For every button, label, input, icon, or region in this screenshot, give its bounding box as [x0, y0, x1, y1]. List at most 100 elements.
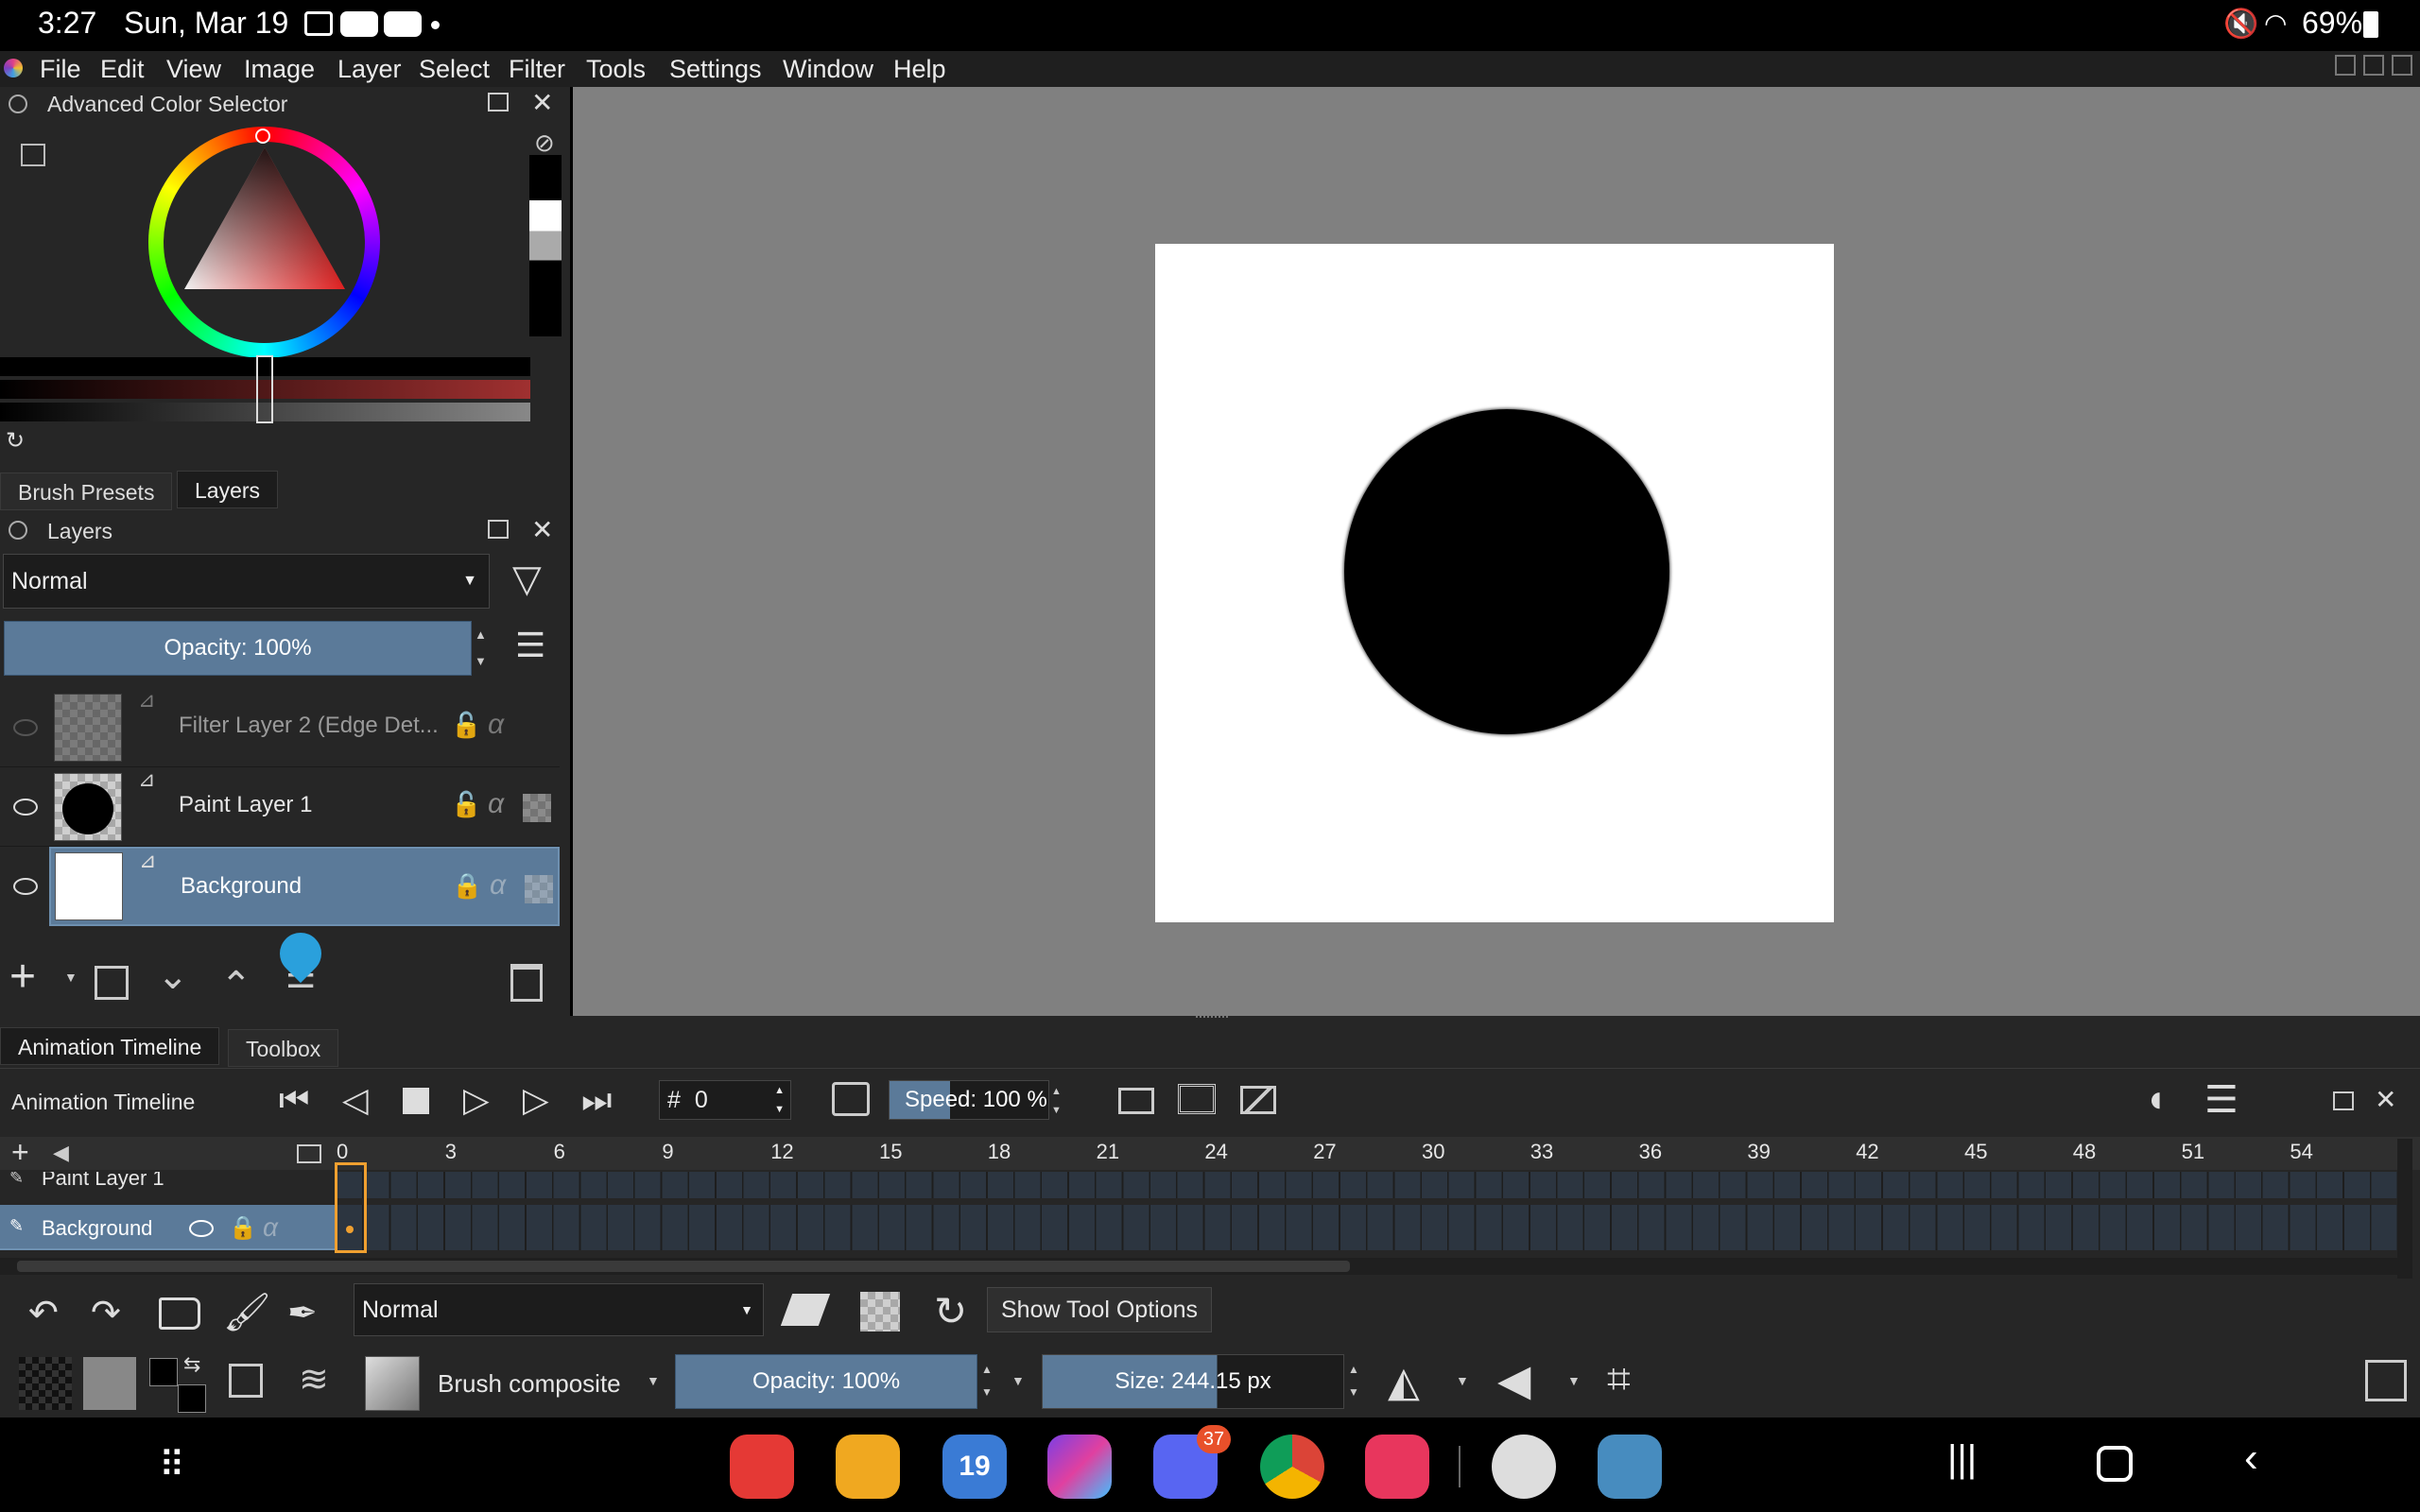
alpha-lock-icon[interactable]: α	[488, 709, 504, 741]
app-icon-red[interactable]	[730, 1435, 794, 1499]
first-frame-icon[interactable]: ⏮	[279, 1080, 309, 1121]
size-stepper[interactable]: ▲ ▼	[1348, 1358, 1359, 1403]
frame-grid-row[interactable]	[337, 1172, 2397, 1198]
pin-icon[interactable]: ✎	[9, 1216, 24, 1236]
color-triangle[interactable]	[180, 147, 350, 318]
opacity-dropdown-icon[interactable]: ▼	[1011, 1373, 1025, 1388]
workspace-icon[interactable]	[2365, 1360, 2407, 1401]
add-layer-icon[interactable]: +	[9, 954, 36, 1000]
play-icon[interactable]: ▷	[463, 1080, 490, 1120]
camera-app-icon[interactable]	[1365, 1435, 1429, 1499]
brush-preset-thumbnail[interactable]	[365, 1356, 420, 1411]
menu-help[interactable]: Help	[893, 51, 946, 87]
color-history[interactable]	[529, 155, 562, 336]
move-layer-down-icon[interactable]: ⌄	[157, 954, 189, 998]
godot-app-icon[interactable]	[1598, 1435, 1662, 1499]
menu-select[interactable]: Select	[419, 51, 490, 87]
tab-animation-timeline[interactable]: Animation Timeline	[0, 1027, 220, 1065]
layer-row-background[interactable]: ⊿ Background 🔒 α	[49, 847, 560, 926]
close-docker-icon[interactable]: ✕	[531, 87, 553, 118]
onion-skin-settings-icon[interactable]: ◖	[2144, 1078, 2167, 1121]
move-layer-up-icon[interactable]: ⌃	[220, 964, 252, 1007]
speed-stepper[interactable]: ▲ ▼	[1051, 1082, 1062, 1120]
brush-size-slider[interactable]: Size: 244.15 px	[1042, 1354, 1344, 1409]
chrome-app-icon[interactable]	[1260, 1435, 1324, 1499]
drop-frames-icon[interactable]	[832, 1082, 870, 1116]
menu-view[interactable]: View	[166, 51, 221, 87]
menu-window[interactable]: Window	[783, 51, 873, 87]
layer-row-paint[interactable]: ⊿ Paint Layer 1 🔓 α	[0, 767, 560, 847]
current-frame-input[interactable]: # 0 ▲ ▼	[659, 1080, 791, 1120]
visibility-icon[interactable]	[13, 878, 38, 895]
refresh-icon[interactable]: ↻	[6, 427, 25, 455]
hue-handle[interactable]	[255, 129, 270, 144]
visibility-icon[interactable]	[189, 1220, 214, 1237]
playback-range-icon[interactable]	[1118, 1088, 1154, 1114]
brush-preset-dropdown-icon[interactable]: ▼	[647, 1373, 660, 1388]
mirror-dropdown-icon[interactable]: ▼	[1456, 1373, 1469, 1388]
crop-icon[interactable]: ⌗	[1607, 1356, 1631, 1403]
pin-icon[interactable]: ✎	[9, 1172, 24, 1188]
color-picker-icon[interactable]: ✒	[287, 1292, 318, 1334]
opacity-stepper[interactable]: ▲ ▼	[475, 622, 487, 675]
menu-image[interactable]: Image	[244, 51, 315, 87]
reset-color-icon[interactable]: ⊘	[534, 129, 555, 158]
brush-blend-mode-select[interactable]: Normal ▼	[354, 1283, 764, 1336]
opacity-stepper[interactable]: ▲ ▼	[981, 1358, 993, 1403]
stop-icon[interactable]	[403, 1088, 429, 1114]
lock-icon[interactable]: 🔒	[452, 871, 482, 901]
document-info-icon[interactable]	[229, 1364, 263, 1398]
layer-row-filter[interactable]: ⊿ Filter Layer 2 (Edge Det... 🔓 α	[0, 688, 560, 767]
clear-icon[interactable]	[159, 1297, 200, 1330]
previous-frame-icon[interactable]: ◁	[342, 1080, 369, 1120]
alpha-lock-icon[interactable]: α	[263, 1212, 278, 1243]
redo-icon[interactable]: ↷	[91, 1292, 121, 1334]
float-docker-icon[interactable]	[2333, 1091, 2354, 1110]
duplicate-layer-icon[interactable]	[95, 966, 129, 1000]
undo-icon[interactable]: ↶	[28, 1292, 59, 1334]
swap-colors-icon[interactable]: ⇆	[183, 1352, 200, 1377]
menu-layer[interactable]: Layer	[337, 51, 402, 87]
background-color[interactable]	[178, 1384, 206, 1413]
timeline-layer-row[interactable]: ✎ Paint Layer 1	[0, 1172, 337, 1198]
alpha-inherit-icon[interactable]	[523, 794, 551, 822]
timeline-layer-row[interactable]: ✎ Background 🔒 α	[0, 1205, 337, 1250]
onion-skins-icon[interactable]	[1178, 1084, 1216, 1114]
tab-brush-presets[interactable]: Brush Presets	[0, 472, 173, 510]
timeline-menu-icon[interactable]: ☰	[2204, 1078, 2238, 1122]
color-selector-settings-icon[interactable]	[21, 144, 45, 166]
playback-speed-slider[interactable]: Speed: 100 %	[889, 1080, 1049, 1120]
mirror-v-dropdown-icon[interactable]: ▼	[1567, 1373, 1581, 1388]
layer-opacity-slider[interactable]: Opacity: 100%	[4, 621, 472, 676]
add-layer-dropdown-icon[interactable]: ▼	[64, 970, 78, 985]
menu-file[interactable]: File	[40, 51, 81, 87]
lock-icon[interactable]: 🔒	[229, 1214, 257, 1242]
mirror-horizontal-icon[interactable]: ◭	[1388, 1358, 1420, 1406]
show-tool-options-button[interactable]: Show Tool Options	[987, 1287, 1212, 1332]
lock-docker-icon[interactable]	[9, 94, 27, 113]
slider-handle[interactable]	[256, 355, 273, 423]
restore-window-icon[interactable]	[2363, 55, 2384, 76]
minimize-window-icon[interactable]	[2335, 55, 2356, 76]
lock-icon[interactable]: 🔓	[451, 790, 481, 819]
timeline-hscrollbar[interactable]	[0, 1258, 2397, 1275]
alpha-lock-icon[interactable]: α	[488, 788, 504, 820]
layer-blend-mode-select[interactable]: Normal ▼	[3, 554, 490, 609]
auto-frame-icon[interactable]	[1240, 1086, 1276, 1114]
mirror-vertical-icon[interactable]: ◀	[1497, 1354, 1530, 1405]
tab-layers[interactable]: Layers	[177, 471, 279, 508]
visibility-off-icon[interactable]	[13, 719, 38, 736]
layers-stack-icon[interactable]: ≋	[299, 1358, 329, 1400]
close-window-icon[interactable]	[2392, 55, 2412, 76]
float-docker-icon[interactable]	[488, 93, 509, 112]
calendar-app-icon[interactable]: 19	[942, 1435, 1007, 1499]
recent-app-icon[interactable]	[1492, 1435, 1556, 1499]
next-frame-icon[interactable]: ▷	[523, 1080, 549, 1120]
dock-splitter-handle[interactable]	[1196, 1016, 1228, 1020]
alpha-lock-icon[interactable]: α	[490, 869, 506, 902]
delete-layer-icon[interactable]	[510, 964, 543, 1002]
frame-grid-row[interactable]	[337, 1205, 2397, 1250]
tab-toolbox[interactable]: Toolbox	[228, 1029, 339, 1067]
current-frame-marker[interactable]	[335, 1162, 367, 1253]
alpha-inherit-icon[interactable]	[525, 875, 553, 903]
